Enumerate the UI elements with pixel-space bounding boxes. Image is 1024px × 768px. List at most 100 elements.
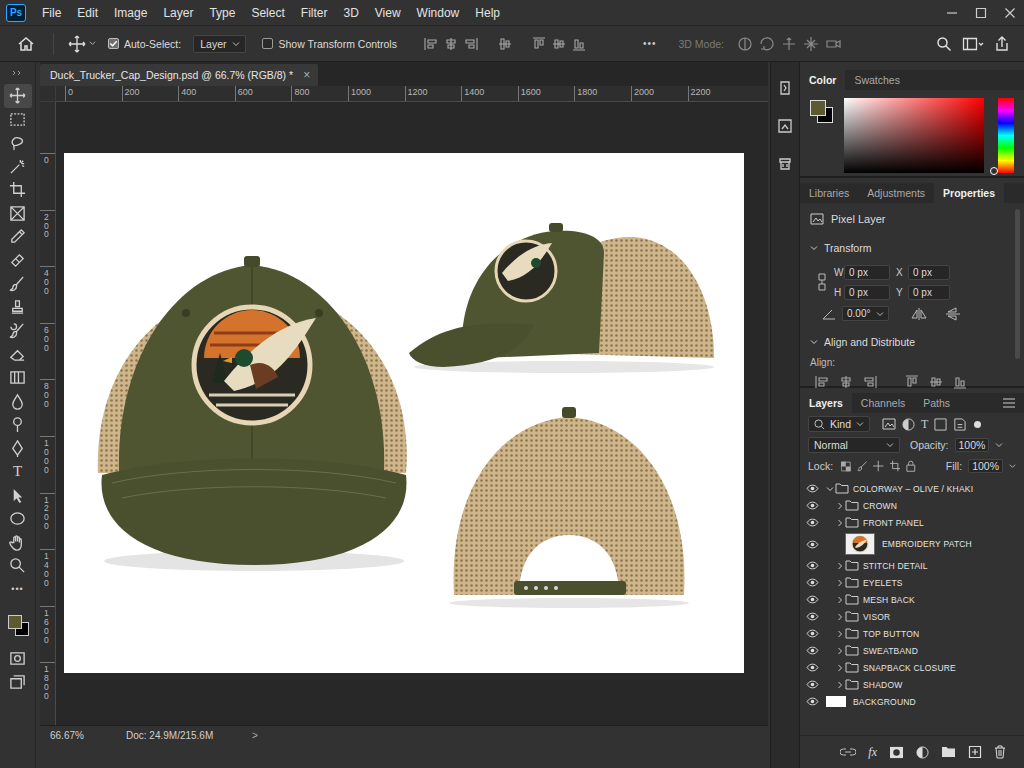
canvas[interactable]	[64, 153, 744, 673]
tool-button[interactable]: T	[4, 460, 32, 484]
zoom-level[interactable]: 66.67%	[50, 730, 126, 741]
filter-kind-dropdown[interactable]: Kind	[808, 416, 870, 432]
align-icon[interactable]	[862, 374, 878, 390]
hue-strip[interactable]	[998, 98, 1014, 173]
visibility-toggle[interactable]	[800, 595, 822, 604]
tab-close-button[interactable]: ×	[303, 68, 310, 82]
angle-input[interactable]: 0.00°	[842, 306, 889, 321]
adjustment-layer-icon[interactable]	[916, 746, 929, 759]
layer-style-button[interactable]: fx	[868, 745, 877, 760]
transform-input[interactable]: 0 px	[908, 265, 950, 280]
layer-row[interactable]: FRONT PANEL	[800, 514, 1024, 531]
foreground-swatch[interactable]	[810, 100, 826, 116]
align-icon[interactable]	[814, 374, 830, 390]
document-tab[interactable]: Duck_Trucker_Cap_Design.psd @ 66.7% (RGB…	[40, 64, 318, 86]
tool-button[interactable]	[4, 390, 32, 414]
new-group-icon[interactable]	[941, 746, 956, 758]
panel-tab[interactable]: Properties	[934, 183, 1004, 203]
auto-select-checkbox[interactable]: Auto-Select:	[108, 38, 181, 50]
filter-toggle[interactable]	[974, 421, 981, 428]
lock-artboard-icon[interactable]	[890, 460, 900, 472]
tool-button[interactable]	[4, 202, 32, 226]
3d-mode-icon[interactable]	[802, 35, 820, 53]
quick-mask-button[interactable]	[4, 647, 32, 671]
checkbox-box[interactable]	[108, 38, 119, 49]
align-icon[interactable]	[928, 374, 944, 390]
ruler-origin[interactable]	[40, 86, 56, 102]
align-icon[interactable]	[497, 36, 513, 52]
toolbar-grip[interactable]	[12, 62, 24, 84]
visibility-toggle[interactable]	[800, 578, 822, 587]
menu-item[interactable]: Help	[467, 6, 508, 20]
lock-transparency-icon[interactable]	[841, 461, 851, 472]
adjustments-panel-icon[interactable]	[776, 117, 794, 135]
layer-row[interactable]: SNAPBACK CLOSURE	[800, 659, 1024, 676]
layer-row[interactable]: STITCH DETAIL	[800, 557, 1024, 574]
chevron-right-icon[interactable]	[836, 579, 844, 587]
flip-vertical-icon[interactable]	[945, 307, 961, 321]
align-icon[interactable]	[571, 36, 587, 52]
home-icon[interactable]	[17, 35, 35, 53]
minimize-button[interactable]	[937, 0, 966, 26]
panel-tab[interactable]: Libraries	[800, 183, 858, 203]
properties-scrollbar[interactable]	[1015, 209, 1020, 359]
visibility-toggle[interactable]	[800, 646, 822, 655]
menu-item[interactable]: Type	[201, 6, 243, 20]
chevron-right-icon[interactable]	[836, 562, 844, 570]
chevron-right-icon[interactable]	[836, 630, 844, 638]
history-panel-icon[interactable]	[776, 79, 794, 97]
tool-button[interactable]	[4, 108, 32, 132]
visibility-toggle[interactable]	[800, 518, 822, 527]
visibility-toggle[interactable]	[800, 663, 822, 672]
align-icon[interactable]	[952, 374, 968, 390]
shape-filter-icon[interactable]	[934, 418, 947, 431]
hue-slider[interactable]	[998, 98, 1016, 173]
menu-item[interactable]: Image	[106, 6, 155, 20]
align-icon[interactable]	[463, 36, 479, 52]
transform-controls-checkbox[interactable]: Show Transform Controls	[262, 38, 396, 50]
hue-marker[interactable]	[990, 167, 998, 175]
layer-row[interactable]: COLORWAY – OLIVE / KHAKI	[800, 480, 1024, 497]
styles-panel-icon[interactable]	[776, 155, 794, 173]
panel-tab[interactable]: Adjustments	[858, 183, 934, 203]
menu-item[interactable]: Window	[409, 6, 468, 20]
search-icon[interactable]	[936, 36, 952, 52]
panel-tab[interactable]: Paths	[914, 393, 959, 413]
chevron-right-icon[interactable]	[836, 647, 844, 655]
tool-button[interactable]	[4, 343, 32, 367]
maximize-button[interactable]	[966, 0, 995, 26]
layer-row[interactable]: VISOR	[800, 608, 1024, 625]
adjustment-filter-icon[interactable]	[902, 418, 915, 431]
fill-input[interactable]: 100%	[968, 459, 1003, 473]
transform-input[interactable]: 0 px	[908, 285, 950, 300]
visibility-toggle[interactable]	[800, 540, 822, 549]
menu-item[interactable]: Filter	[293, 6, 336, 20]
more-options-button[interactable]: •••	[643, 38, 657, 49]
panel-tab[interactable]: Layers	[800, 393, 852, 413]
lock-all-icon[interactable]	[906, 460, 916, 472]
tool-button[interactable]	[4, 272, 32, 296]
auto-select-target-dropdown[interactable]: Layer	[193, 35, 246, 53]
tool-button[interactable]	[4, 413, 32, 437]
layer-row[interactable]: BACKGROUND	[800, 693, 1024, 710]
flip-horizontal-icon[interactable]	[911, 307, 927, 321]
tool-button[interactable]	[4, 225, 32, 249]
tool-button[interactable]	[4, 437, 32, 461]
3d-mode-icon[interactable]	[780, 35, 798, 53]
align-icon[interactable]	[423, 36, 439, 52]
screen-mode-button[interactable]	[4, 671, 32, 695]
chevron-right-icon[interactable]	[836, 596, 844, 604]
3d-mode-icon[interactable]	[758, 35, 776, 53]
tool-button[interactable]	[4, 319, 32, 343]
visibility-toggle[interactable]	[800, 501, 822, 510]
menu-item[interactable]: 3D	[335, 6, 366, 20]
link-layers-icon[interactable]	[840, 747, 856, 757]
tool-button[interactable]	[4, 84, 32, 108]
chevron-down-icon[interactable]	[995, 441, 1003, 449]
layer-row[interactable]: SHADOW	[800, 676, 1024, 693]
status-menu-button[interactable]: >	[252, 730, 258, 741]
menu-item[interactable]: Select	[243, 6, 292, 20]
align-icon[interactable]	[531, 36, 547, 52]
panel-tab[interactable]: Channels	[852, 393, 914, 413]
panel-tab[interactable]: Swatches	[845, 70, 909, 90]
